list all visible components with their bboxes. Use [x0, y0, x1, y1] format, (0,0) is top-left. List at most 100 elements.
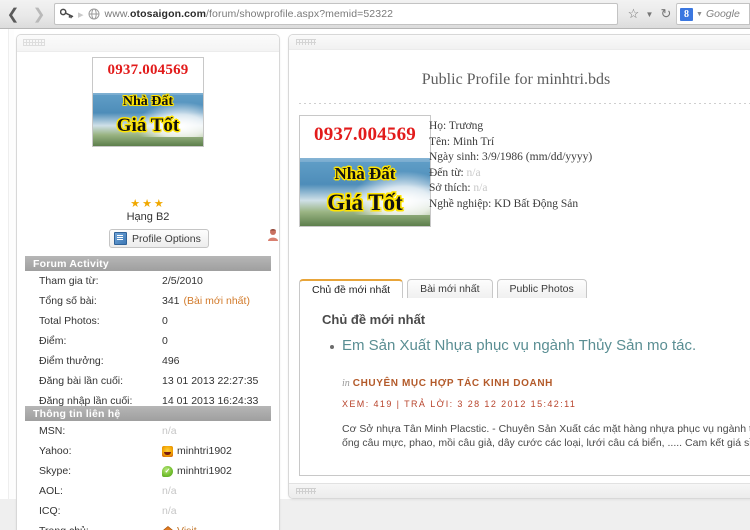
browser-toolbar: ❮ ❯ ▸ www.otosaigon.com/forum/showprofil… [0, 0, 750, 29]
panel-grip-icon [23, 39, 45, 46]
info-row-value-text: n/a [162, 505, 177, 517]
profile-detail-label: Họ: [429, 120, 449, 132]
forward-arrow-icon[interactable]: ❯ [26, 1, 52, 27]
info-row-label: Điểm: [39, 335, 67, 347]
info-row-value-text: Visit [177, 525, 197, 530]
info-row-value: n/a [162, 505, 177, 517]
tab-1[interactable]: Chủ đề mới nhất [299, 279, 404, 299]
sidebar-panel: 0937.004569 Nhà Đất Giá Tốt ★★★ Hạng B2 … [16, 34, 280, 530]
info-row: Tham gia từ: 2/5/2010 [17, 275, 279, 295]
info-row-value[interactable]: Visit [162, 525, 197, 530]
info-row-value[interactable]: ✓ minhtri1902 [162, 465, 232, 477]
main-panel-footer-grip-icon [296, 488, 316, 494]
info-row-value-text: 341 [162, 295, 180, 307]
info-row-label: Skype: [39, 465, 72, 477]
info-row-label: Yahoo: [39, 445, 72, 457]
info-row-value: n/a [162, 485, 177, 497]
info-row-value: 496 [162, 355, 180, 367]
search-input[interactable]: Google [706, 8, 740, 20]
info-row: Skype: ✓ minhtri1902 [17, 465, 279, 485]
main-panel-grip-icon [296, 39, 316, 45]
profile-options-label: Profile Options [132, 232, 201, 245]
main-panel: Public Profile for minhtri.bds 0937.0045… [288, 34, 750, 499]
info-row-value-text: 0 [162, 335, 168, 347]
info-row: AOL: n/a [17, 485, 279, 505]
info-row-value[interactable]: minhtri1902 [162, 445, 232, 457]
thread-in-label: in [342, 378, 350, 389]
info-row: Điểm: 0 [17, 335, 279, 355]
info-row: Đăng bài lần cuối: 13 01 2013 22:27:35 [17, 375, 279, 395]
list-bullet-icon [330, 345, 334, 349]
address-bar[interactable]: ▸ www.otosaigon.com/forum/showprofile.as… [54, 3, 618, 25]
info-row-value-text: 0 [162, 315, 168, 327]
skype-icon: ✓ [162, 465, 173, 477]
profile-tabs: Chủ đề mới nhất Bài mới nhất Public Photos [299, 278, 750, 299]
profile-detail-label: Đến từ: [429, 166, 467, 179]
thread-title-link[interactable]: Em Sản Xuất Nhựa phục vụ ngành Thủy Sản … [342, 336, 750, 356]
profile-photo-line3-text: Giá Tốt [327, 190, 403, 215]
home-icon [162, 525, 174, 530]
profile-detail-label: Tên: [429, 135, 453, 148]
profile-detail-label: Ngày sinh: [429, 151, 483, 163]
info-row-label: MSN: [39, 425, 66, 437]
info-row-value: 0 [162, 335, 168, 347]
info-row: Trang chủ: Visit [17, 525, 279, 530]
tab-3[interactable]: Public Photos [496, 279, 587, 298]
avatar[interactable]: 0937.004569 Nhà Đất Giá Tốt [92, 57, 204, 147]
avatar-container: 0937.004569 Nhà Đất Giá Tốt [17, 57, 279, 147]
profile-detail-row: Họ: Trương [429, 119, 750, 135]
search-engine-chevron-icon[interactable]: ▼ [696, 11, 703, 18]
profile-detail-label: Nghề nghiệp: [429, 197, 495, 210]
title-divider [299, 103, 750, 104]
info-row-value: n/a [162, 425, 177, 437]
avatar-line2-text: Nhà Đất [122, 94, 174, 109]
key-icon [59, 7, 75, 21]
info-row: Tổng số bài: 341 (Bài mới nhất) [17, 295, 279, 315]
info-row-label: Đăng bài lần cuối: [39, 375, 124, 387]
info-row-label: ICQ: [39, 505, 61, 517]
profile-detail-row: Tên: Minh Trí [429, 135, 750, 151]
thread-excerpt: Cơ Sở nhựa Tân Minh Placstic. - Chuyên S… [342, 422, 750, 450]
tab-2[interactable]: Bài mới nhất [407, 279, 493, 298]
thread-meta: XEM: 419 | TRẢ LỜI: 3 28 12 2012 15:42:1… [342, 399, 577, 409]
info-row-value-text: 13 01 2013 22:27:35 [162, 375, 259, 387]
profile-detail-value: n/a [466, 166, 481, 179]
thread-excerpt-line-2: ống câu mực, phao, mồi câu giả, dây cước… [342, 437, 750, 449]
back-arrow-icon[interactable]: ❮ [0, 1, 26, 27]
latest-post-link[interactable]: (Bài mới nhất) [184, 295, 250, 307]
thread-excerpt-line-1: Cơ Sở nhựa Tân Minh Placstic. - Chuyên S… [342, 423, 750, 435]
member-avatar-icon[interactable] [267, 228, 279, 242]
search-box[interactable]: 8 ▼ Google [676, 3, 750, 25]
profile-detail-value: n/a [473, 182, 488, 194]
main-panel-header [289, 35, 750, 50]
info-row-label: Tham gia từ: [39, 275, 99, 287]
profile-details-list: Họ: Trương Tên: Minh Trí Ngày sinh: 3/9/19… [429, 119, 750, 212]
profile-detail-value: Minh Trí [452, 135, 495, 148]
info-row-value[interactable]: 341 (Bài mới nhất) [162, 295, 250, 307]
info-row: Total Photos: 0 [17, 315, 279, 335]
contact-section-header: Thông tin liên hệ [25, 406, 271, 421]
rank-stars: ★★★ [130, 198, 166, 210]
info-row: Yahoo: minhtri1902 [17, 445, 279, 465]
info-row: Điểm thưởng: 496 [17, 355, 279, 375]
page-left-gutter [0, 29, 9, 530]
avatar-phone-text: 0937.004569 [107, 62, 189, 78]
profile-detail-label: Sở thích: [429, 182, 474, 194]
chevron-down-icon[interactable]: ▼ [643, 1, 656, 27]
info-row-value-text: 496 [162, 355, 180, 367]
profile-detail-row: Đến từ: n/a [429, 166, 750, 182]
info-row-value: 0 [162, 315, 168, 327]
profile-options-button[interactable]: Profile Options [109, 229, 209, 248]
content-heading: Chủ đề mới nhất [322, 312, 426, 327]
profile-photo-phone-text: 0937.004569 [314, 124, 416, 145]
page-viewport: 0937.004569 Nhà Đất Giá Tốt ★★★ Hạng B2 … [0, 29, 750, 530]
thread-forum-line: in CHUYÊN MỤC HỢP TÁC KINH DOANH [342, 378, 750, 389]
profile-photo[interactable]: 0937.004569 Nhà Đất Giá Tốt [299, 115, 431, 227]
tab-content-panel: Chủ đề mới nhất Em Sản Xuất Nhựa phục vụ… [299, 298, 750, 476]
info-row-label: AOL: [39, 485, 63, 497]
reload-icon[interactable]: ↻ [656, 1, 676, 27]
globe-icon [87, 7, 101, 21]
star-bookmark-icon[interactable]: ☆ [624, 1, 643, 27]
info-row: MSN: n/a [17, 425, 279, 445]
thread-forum-link[interactable]: CHUYÊN MỤC HỢP TÁC KINH DOANH [353, 378, 553, 389]
